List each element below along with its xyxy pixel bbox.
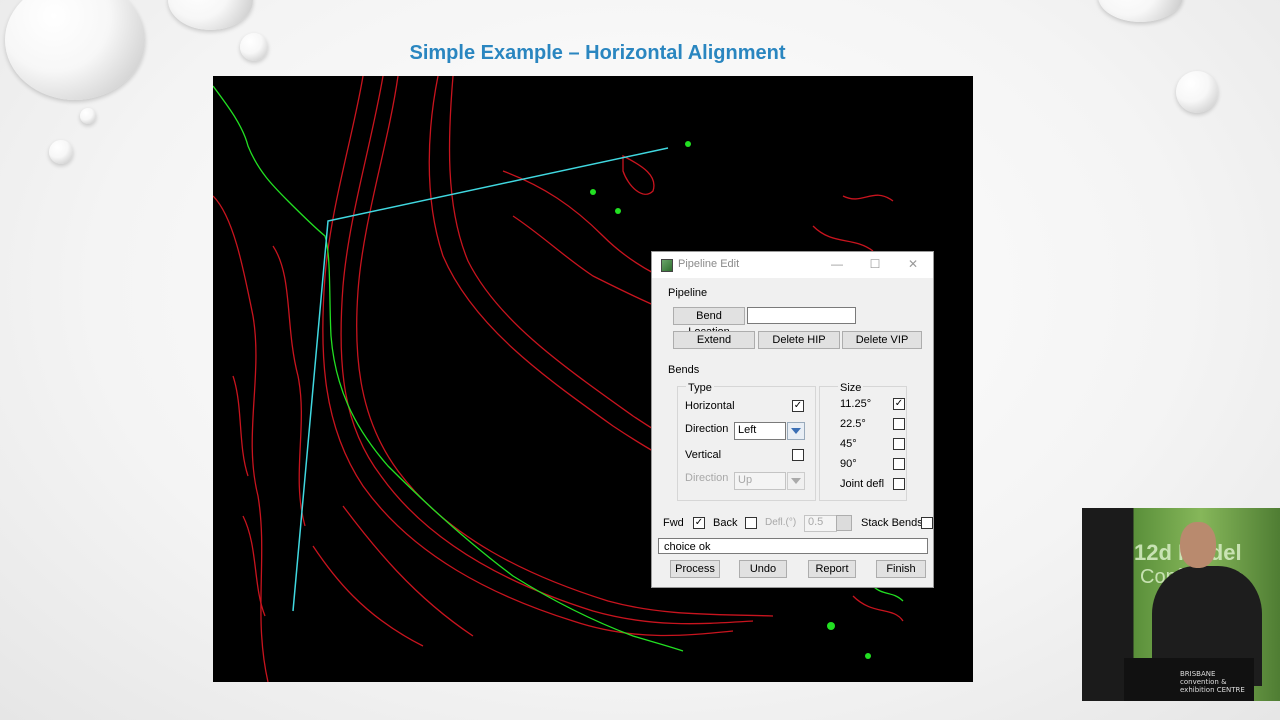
presenter-video: 12d Model Conference BRISBANE convention… [1082,508,1280,701]
size-label-45: 45° [840,438,857,450]
extend-button[interactable]: Extend [673,331,755,349]
defl-pick-icon [836,515,852,531]
vertical-label: Vertical [685,449,722,461]
size-checkbox-22-5[interactable] [893,418,905,430]
horizontal-label: Horizontal [685,400,735,412]
size-label-11-25: 11.25° [840,398,872,410]
delete-vip-button[interactable]: Delete VIP [842,331,922,349]
close-icon[interactable]: ✕ [903,256,923,272]
direction2-label: Direction [685,472,729,484]
size-label-22-5: 22.5° [840,418,866,430]
stack-bends-checkbox[interactable] [921,517,933,529]
size-checkbox-joint-defl[interactable] [893,478,905,490]
size-label-joint-defl: Joint defl [840,478,885,490]
water-drop [80,108,96,124]
fwd-checkbox[interactable]: ✓ [693,517,705,529]
bend-location-field[interactable] [747,307,856,324]
stack-bends-label: Stack Bends [861,517,923,529]
back-checkbox[interactable] [745,517,757,529]
undo-button[interactable]: Undo [739,560,787,578]
presenter-head [1180,522,1216,568]
finish-button[interactable]: Finish [876,560,926,578]
defl-label: Defl.(°) [765,517,797,528]
water-drop [240,33,268,61]
size-checkbox-90[interactable] [893,458,905,470]
vertical-checkbox[interactable] [792,449,804,461]
podium-logo: BRISBANE convention & exhibition CENTRE [1180,670,1245,694]
water-drop [5,0,145,100]
process-button[interactable]: Process [670,560,720,578]
delete-hip-button[interactable]: Delete HIP [758,331,840,349]
direction-select[interactable]: Left [734,422,805,440]
direction-label: Direction [685,423,729,435]
size-checkbox-11-25[interactable]: ✓ [893,398,905,410]
size-label-90: 90° [840,458,857,470]
chevron-down-icon[interactable] [787,422,805,440]
pipeline-group-label: Pipeline [668,287,708,299]
type-group-label: Type [686,382,714,394]
slide-title: Simple Example – Horizontal Alignment [409,42,786,64]
maximize-icon[interactable]: ☐ [865,256,885,272]
minimize-icon[interactable]: — [827,256,847,272]
size-group-label: Size [838,382,864,394]
direction2-select: Up [734,472,805,490]
report-button[interactable]: Report [808,560,856,578]
chevron-down-icon [787,472,805,490]
back-label: Back [713,517,738,529]
bends-group-label: Bends [668,364,700,376]
defl-field: 0.5 [804,515,837,532]
fwd-label: Fwd [663,517,684,529]
pipeline-edit-dialog: Pipeline Edit — ☐ ✕ Pipeline Bend Locati… [651,251,934,588]
water-drop [168,0,253,30]
water-drop [1176,71,1218,113]
horizontal-checkbox[interactable]: ✓ [792,400,804,412]
bend-location-button[interactable]: Bend Location [673,307,745,338]
dialog-title: Pipeline Edit [678,258,740,270]
water-drop [1098,0,1183,22]
message-field: choice ok [658,538,928,554]
dialog-titlebar[interactable]: Pipeline Edit — ☐ ✕ [652,252,933,278]
water-drop [49,140,73,164]
direction2-value: Up [738,474,753,486]
size-checkbox-45[interactable] [893,438,905,450]
app-icon [661,259,673,272]
direction-value: Left [738,424,757,436]
